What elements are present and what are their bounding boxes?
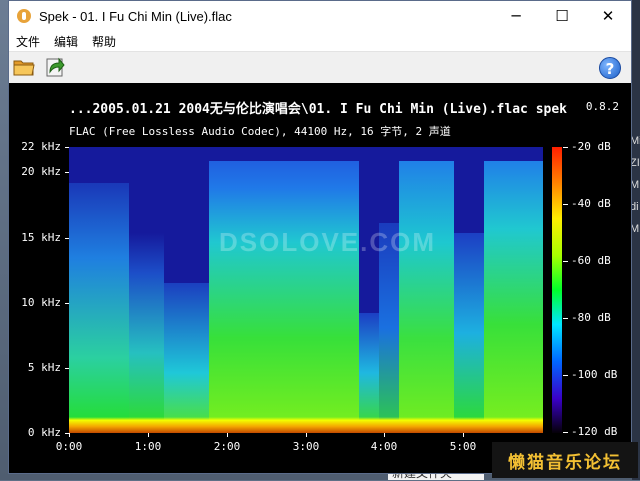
spectrum-region	[69, 183, 129, 433]
y-tick-label: 22 kHz	[21, 140, 61, 153]
db-tick-label: -80 dB	[571, 311, 611, 324]
x-tick-label: 4:00	[370, 440, 398, 453]
forum-watermark-badge: 懒猫音乐论坛	[492, 442, 638, 478]
toolbar: ?	[9, 52, 631, 85]
x-tick-label: 2:00	[213, 440, 241, 453]
db-tick-label: -20 dB	[571, 140, 611, 153]
spek-window: Spek - 01. I Fu Chi Min (Live).flac ─ ☐ …	[8, 0, 632, 474]
spectrum-region	[399, 161, 454, 433]
db-tick	[563, 318, 568, 319]
x-tick	[148, 433, 149, 437]
open-folder-icon[interactable]	[13, 57, 35, 77]
app-name: spek	[535, 102, 567, 117]
y-tick-label: 5 kHz	[27, 361, 61, 374]
spectrum-region	[209, 161, 359, 433]
spek-app-icon	[17, 9, 31, 23]
menu-bar: 文件 编辑 帮助	[9, 31, 631, 52]
db-tick-label: -120 dB	[571, 425, 618, 438]
desktop-edge	[632, 0, 640, 480]
y-tick-label: 10 kHz	[21, 296, 61, 309]
menu-help[interactable]: 帮助	[85, 33, 123, 50]
window-title: Spek - 01. I Fu Chi Min (Live).flac	[39, 8, 232, 24]
spectrogram-plot: DSOLOVE.COM	[69, 147, 543, 433]
minimize-button[interactable]: ─	[493, 1, 539, 31]
x-tick-label: 1:00	[134, 440, 162, 453]
db-tick-label: -60 dB	[571, 254, 611, 267]
menu-file[interactable]: 文件	[9, 33, 47, 50]
spectrum-region	[454, 233, 484, 433]
db-tick	[563, 375, 568, 376]
spectrum-region	[164, 283, 209, 433]
x-tick	[69, 433, 70, 437]
y-tick	[65, 238, 69, 239]
x-tick	[463, 433, 464, 437]
file-path: ...2005.01.21 2004无与伦比演唱会\01. I Fu Chi M…	[69, 102, 528, 117]
spectrogram-view: ...2005.01.21 2004无与伦比演唱会\01. I Fu Chi M…	[9, 83, 631, 473]
maximize-button[interactable]: ☐	[539, 1, 585, 31]
db-tick-label: -40 dB	[571, 197, 611, 210]
x-tick-label: 5:00	[449, 440, 477, 453]
y-tick-label: 0 kHz	[27, 426, 61, 439]
x-tick	[306, 433, 307, 437]
db-tick	[563, 147, 568, 148]
y-tick	[65, 147, 69, 148]
menu-edit[interactable]: 编辑	[47, 33, 85, 50]
y-tick	[65, 303, 69, 304]
low-frequency-band	[69, 417, 543, 433]
y-tick	[65, 368, 69, 369]
help-icon[interactable]: ?	[599, 57, 621, 79]
y-tick-label: 15 kHz	[21, 231, 61, 244]
y-tick	[65, 172, 69, 173]
x-tick	[384, 433, 385, 437]
watermark: DSOLOVE.COM	[219, 227, 437, 257]
x-tick-label: 3:00	[292, 440, 320, 453]
x-tick-label: 0:00	[55, 440, 83, 453]
db-color-scale	[552, 147, 562, 433]
x-tick	[227, 433, 228, 437]
db-tick	[563, 204, 568, 205]
db-tick	[563, 261, 568, 262]
spectrum-region	[129, 233, 164, 433]
title-bar[interactable]: Spek - 01. I Fu Chi Min (Live).flac ─ ☐ …	[9, 1, 631, 31]
db-tick	[563, 432, 568, 433]
audio-info: FLAC (Free Lossless Audio Codec), 44100 …	[69, 125, 451, 138]
save-refresh-icon[interactable]	[44, 56, 66, 78]
spectrogram-title: ...2005.01.21 2004无与伦比演唱会\01. I Fu Chi M…	[69, 98, 567, 117]
y-tick-label: 20 kHz	[21, 165, 61, 178]
spectrum-region	[484, 161, 543, 433]
spek-version: 0.8.2	[585, 100, 619, 113]
close-button[interactable]: ✕	[585, 1, 631, 31]
db-tick-label: -100 dB	[571, 368, 618, 381]
